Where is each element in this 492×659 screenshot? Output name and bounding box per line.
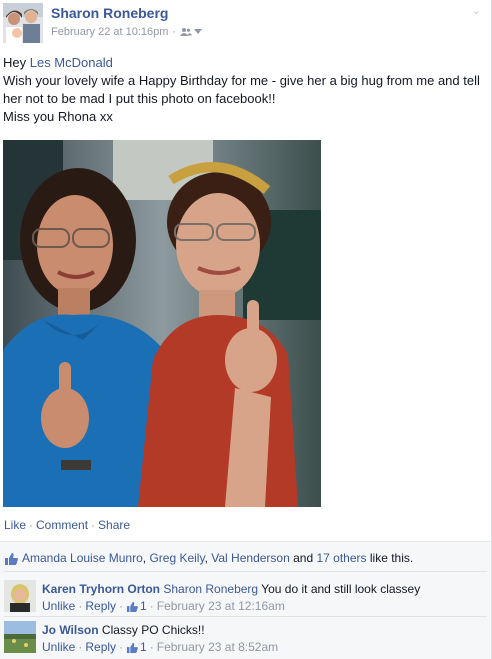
commenter-avatar[interactable] <box>4 580 36 612</box>
unlike-link[interactable]: Unlike <box>42 640 75 654</box>
comment-like-count[interactable]: 1 <box>126 599 147 613</box>
friends-icon <box>180 28 193 36</box>
comment-text: Karen Tryhorn Orton Sharon Roneberg You … <box>42 582 482 597</box>
thumbs-up-icon <box>126 601 138 612</box>
message-greeting: Hey <box>3 55 30 70</box>
commenter-name[interactable]: Karen Tryhorn Orton <box>42 582 160 596</box>
audience-selector[interactable] <box>180 27 203 37</box>
post-message: Hey Les McDonald Wish your lovely wife a… <box>3 54 483 126</box>
author-avatar[interactable] <box>3 3 43 43</box>
comment-content: You do it and still look classey <box>261 582 421 596</box>
thumbs-up-icon <box>126 642 138 653</box>
comment-actions: Unlike · Reply · 1 · February 23 at 8:52… <box>42 640 279 654</box>
comment-item: Jo Wilson Classy PO Chicks!! Unlike · Re… <box>4 621 484 655</box>
comment-item: Karen Tryhorn Orton Sharon Roneberg You … <box>4 580 484 614</box>
commenter-avatar[interactable] <box>4 621 36 653</box>
reply-link[interactable]: Reply <box>85 640 116 654</box>
comment-text: Jo Wilson Classy PO Chicks!! <box>42 623 482 638</box>
actions-separator: · <box>29 518 34 532</box>
post-timestamp[interactable]: February 22 at 10:16pm <box>51 26 168 38</box>
message-line-1: Hey Les McDonald <box>3 54 483 72</box>
likes-others-link[interactable]: 17 others <box>316 551 366 565</box>
comment-divider <box>4 616 487 617</box>
facebook-post: ⌄ Sharon Roneberg February 22 at 10:16pm… <box>0 0 492 659</box>
chevron-down-icon <box>194 29 203 34</box>
likes-divider <box>4 571 487 572</box>
liker-name[interactable]: Amanda Louise Munro <box>22 551 143 565</box>
actions-separator: · <box>91 518 96 532</box>
feedback-section: Amanda Louise Munro, Greg Keily, Val Hen… <box>0 541 491 659</box>
liker-name[interactable]: Greg Keily <box>149 551 204 565</box>
reply-link[interactable]: Reply <box>85 599 116 613</box>
mention-link[interactable]: Les McDonald <box>30 55 113 70</box>
message-line-2: Wish your lovely wife a Happy Birthday f… <box>3 73 480 106</box>
commenter-name[interactable]: Jo Wilson <box>42 623 99 637</box>
comment-like-count[interactable]: 1 <box>126 640 147 654</box>
unlike-link[interactable]: Unlike <box>42 599 75 613</box>
thumbs-up-icon <box>5 552 18 565</box>
comment-link[interactable]: Comment <box>36 518 88 532</box>
share-link[interactable]: Share <box>98 518 130 532</box>
post-photo[interactable] <box>3 140 321 507</box>
liker-name[interactable]: Val Henderson <box>211 551 290 565</box>
likes-comma: , <box>142 551 147 565</box>
comment-actions: Unlike · Reply · 1 · February 23 at 12:1… <box>42 599 285 613</box>
message-line-3: Miss you Rhona xx <box>3 109 113 124</box>
meta-separator: · <box>172 26 177 38</box>
likes-summary: Amanda Louise Munro, Greg Keily, Val Hen… <box>4 551 413 565</box>
comment-content: Classy PO Chicks!! <box>101 623 205 637</box>
likes-suffix: like this. <box>369 551 414 565</box>
comment-timestamp[interactable]: February 23 at 12:16am <box>157 599 285 613</box>
likes-comma: , <box>204 551 208 565</box>
post-meta: February 22 at 10:16pm · <box>51 26 203 38</box>
comment-timestamp[interactable]: February 23 at 8:52am <box>157 640 278 654</box>
post-actions: Like · Comment · Share <box>4 518 130 532</box>
post-author-name[interactable]: Sharon Roneberg <box>51 5 168 21</box>
post-options-chevron-icon[interactable]: ⌄ <box>472 4 481 17</box>
comment-mention[interactable]: Sharon Roneberg <box>163 582 258 596</box>
like-link[interactable]: Like <box>4 518 26 532</box>
likes-and: and <box>293 551 314 565</box>
